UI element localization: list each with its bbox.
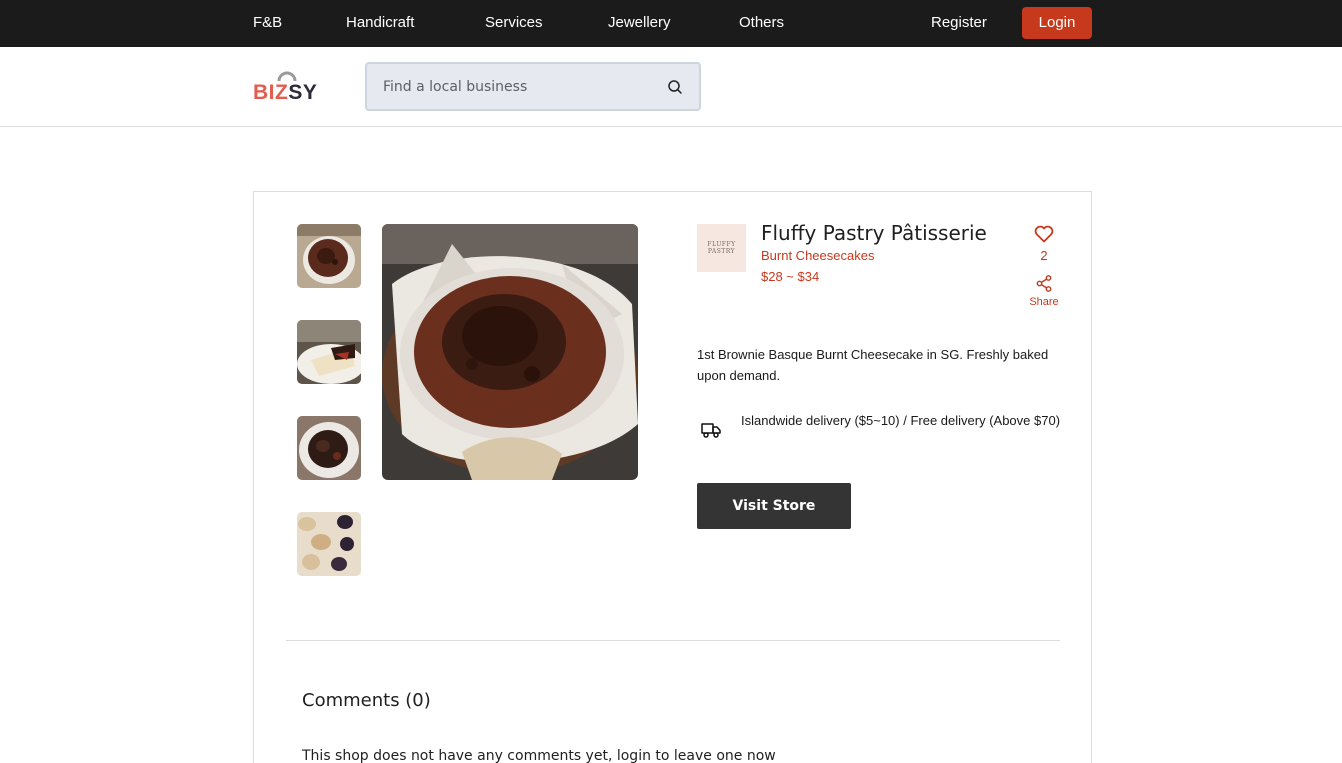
share-label[interactable]: Share — [1026, 296, 1062, 308]
nav-category-others[interactable]: Others — [739, 14, 784, 32]
nav-category-services[interactable]: Services — [485, 14, 543, 32]
thumbnail-image-4[interactable] — [297, 512, 361, 576]
share-icon[interactable] — [1036, 275, 1052, 292]
shop-price-range: $28 ~ $34 — [761, 269, 820, 284]
shop-logo: FLUFFY PASTRY — [697, 224, 746, 272]
register-link[interactable]: Register — [931, 14, 987, 32]
search-input[interactable] — [383, 77, 653, 97]
listing-card: FLUFFY PASTRY Fluffy Pastry Pâtisserie B… — [253, 191, 1092, 763]
shop-category[interactable]: Burnt Cheesecakes — [761, 248, 874, 263]
shop-logo-text-line-1: FLUFFY — [707, 241, 736, 248]
logo-wordmark-sy: SY — [288, 81, 318, 104]
nav-category-handicraft[interactable]: Handicraft — [346, 14, 414, 32]
site-header: BIZSY — [0, 47, 1342, 127]
search-icon[interactable] — [667, 79, 683, 95]
delivery-info: Islandwide delivery ($5~10) / Free deliv… — [741, 413, 1061, 428]
comments-empty-message: This shop does not have any comments yet… — [302, 748, 776, 763]
top-navigation-bar: F&B Handicraft Services Jewellery Others… — [0, 0, 1342, 47]
logo-wordmark: BIZSY — [253, 81, 317, 105]
shop-logo-text-line-2: PASTRY — [707, 248, 736, 255]
shop-description: 1st Brownie Basque Burnt Cheesecake in S… — [697, 347, 1049, 383]
thumbnail-image-3[interactable] — [297, 416, 361, 480]
bizsy-logo[interactable]: BIZSY — [253, 71, 319, 107]
thumbnail-image-2[interactable] — [297, 320, 361, 384]
likes-count: 2 — [1040, 248, 1048, 263]
shop-name: Fluffy Pastry Pâtisserie — [761, 221, 987, 245]
login-button[interactable]: Login — [1022, 7, 1092, 39]
logo-wordmark-biz: BIZ — [253, 81, 289, 104]
visit-store-button[interactable]: Visit Store — [697, 483, 851, 529]
section-divider — [286, 640, 1060, 641]
nav-category-jewellery[interactable]: Jewellery — [608, 14, 671, 32]
search-box — [365, 62, 701, 111]
comments-title: Comments (0) — [302, 690, 431, 711]
heart-icon[interactable] — [1034, 225, 1054, 243]
logo-arc-icon — [277, 71, 297, 81]
main-product-image — [382, 224, 638, 480]
thumbnail-image-1[interactable] — [297, 224, 361, 288]
nav-category-fnb[interactable]: F&B — [253, 14, 282, 32]
delivery-truck-icon — [701, 423, 721, 438]
